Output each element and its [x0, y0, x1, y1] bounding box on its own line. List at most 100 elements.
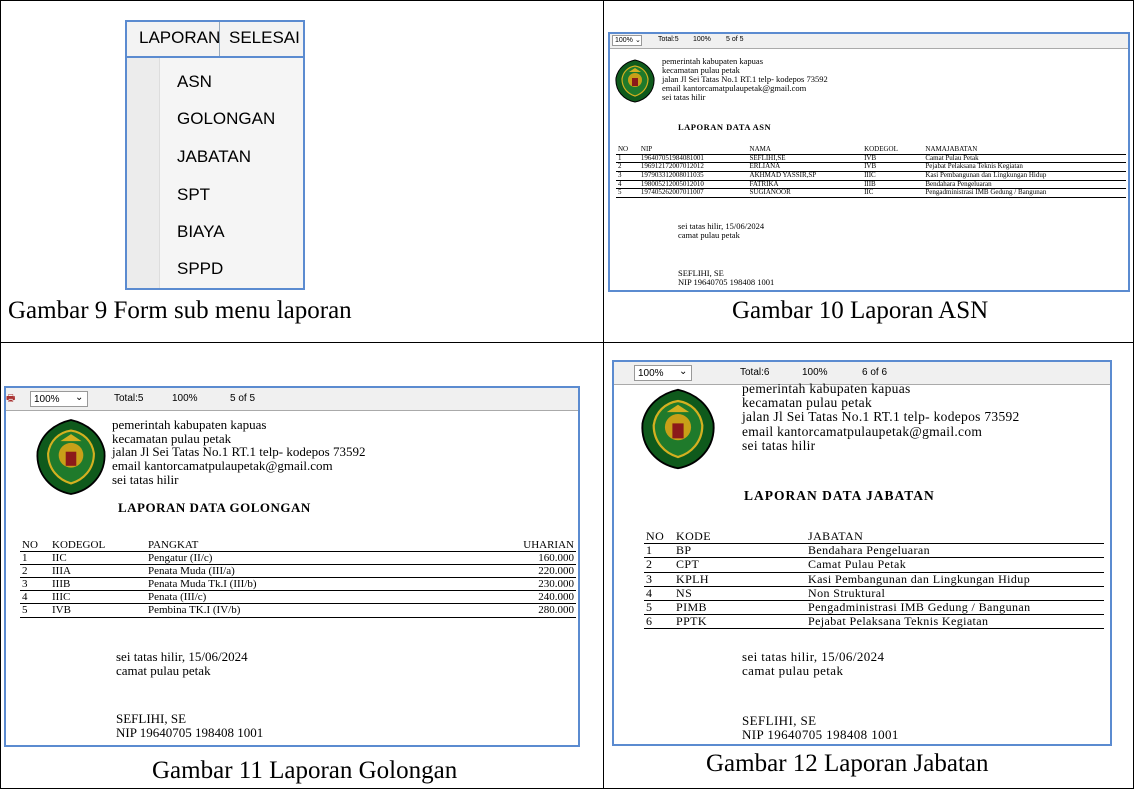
caption-fig11: Gambar 11 Laporan Golongan [152, 757, 458, 784]
table-row: 6 PPTK Pejabat Pelaksana Teknis Kegiatan [644, 614, 1104, 630]
header-line5: sei tatas hilir [662, 91, 706, 102]
table-row: 5 IVB Pembina TK.I (IV/b) 280.000 [20, 603, 576, 618]
signer-position: camat pulau petak [678, 230, 740, 241]
table-header-row: NO KODEGOL PANGKAT UHARIAN [20, 539, 576, 553]
col-no: NO [644, 530, 674, 545]
table-row: 2 CPT Camat Pulau Petak [644, 558, 1104, 573]
submenu-item-golongan[interactable]: GOLONGAN [177, 109, 275, 129]
chevron-down-icon: ⌄ [635, 37, 641, 44]
header-line5: sei tatas hilir [742, 437, 816, 453]
cell: 2 [20, 564, 50, 579]
chevron-down-icon: ⌄ [75, 392, 84, 403]
cell: 6 [644, 614, 674, 630]
report-title: LAPORAN DATA JABATAN [744, 488, 935, 503]
golongan-table: NO KODEGOL PANGKAT UHARIAN 1 IIC Pengatur … [20, 539, 576, 618]
table-row: 5 PIMB Pengadministrasi IMB Gedung / Bangu… [644, 600, 1104, 616]
menu-divider [219, 22, 220, 56]
report-golongan: 🖶 100% ⌄ Total:5 100% 5 of 5 pemerintah … [4, 386, 580, 747]
zoom-percent: 100% [172, 393, 198, 404]
chevron-down-icon: ⌄ [679, 366, 688, 377]
report-jabatan: 100% ⌄ Total:6 100% 6 of 6 pemerintah ka… [612, 360, 1112, 746]
zoom-select[interactable]: 100% ⌄ [30, 391, 88, 407]
zoom-value: 100% [615, 37, 633, 44]
menu-laporan[interactable]: LAPORAN [139, 28, 220, 48]
signer-block: SEFLIHI, SE NIP 19640705 198408 1001 [116, 711, 264, 741]
cell: CPT [674, 558, 806, 573]
signature-block: sei tatas hilir, 15/06/2024 camat pulau … [116, 649, 248, 679]
header-line4: email kantorcamatpulaupetak@gmail.com [742, 423, 983, 439]
zoom-value: 100% [638, 368, 664, 379]
total-count: Total:5 [658, 36, 679, 43]
cell: KPLH [674, 572, 806, 587]
place-date: sei tatas hilir, 15/06/2024 [116, 649, 248, 664]
cell: Bendahara Pengeluaran [806, 543, 1104, 559]
page-indicator: 5 of 5 [726, 36, 744, 43]
submenu-item-biaya[interactable]: BIAYA [177, 222, 225, 242]
cell: 197405262007011007 [638, 189, 748, 199]
submenu-item-jabatan[interactable]: JABATAN [177, 147, 251, 167]
jabatan-table: NO KODE JABATAN 1 BP Bendahara Pengeluaran… [644, 530, 1104, 630]
laporan-submenu: ASN GOLONGAN JABATAN SPT BIAYA SPPD [125, 58, 305, 290]
page-indicator: 5 of 5 [230, 393, 256, 404]
cell: 240.000 [435, 590, 576, 605]
cell: Penata Muda Tk.I (III/b) [146, 577, 436, 592]
menu-selesai[interactable]: SELESAI [229, 28, 300, 48]
total-count: Total:6 [740, 367, 770, 378]
asn-table: NO NIP NAMA KODEGOL NAMAJABATAN 1 1964070… [616, 145, 1126, 199]
signature-block: sei tatas hilir, 15/06/2024 camat pulau … [742, 649, 885, 679]
caption-fig10: Gambar 10 Laporan ASN [732, 297, 989, 324]
caption-fig9: Gambar 9 Form sub menu laporan [8, 297, 352, 324]
cell: Pengadministrasi IMB Gedung / Bangunan [923, 189, 1126, 199]
signer-position: camat pulau petak [742, 663, 844, 679]
cell: Kasi Pembangunan dan Lingkungan Hidup [806, 572, 1104, 587]
signer-block: SEFLIHI, SE NIP 19640705 198408 1001 [678, 268, 775, 288]
cell: 2 [644, 558, 674, 573]
page-indicator: 6 of 6 [862, 367, 888, 378]
cell: 3 [644, 572, 674, 587]
submenu-item-sppd[interactable]: SPPD [177, 259, 223, 279]
col-jabatan: JABATAN [806, 530, 1104, 545]
zoom-select[interactable]: 100% ⌄ [612, 35, 642, 46]
signer-position: camat pulau petak [116, 663, 211, 679]
cell: 5 [644, 600, 674, 616]
cell: Camat Pulau Petak [806, 558, 1104, 573]
report-asn: 100% ⌄ Total:5 100% 5 of 5 pemerintah ka… [608, 32, 1130, 292]
header-line1: pemerintah kabupaten kapuas [742, 381, 911, 396]
cell: 3 [20, 577, 50, 592]
cell: NS [674, 586, 806, 601]
signer-nip: NIP 19640705 198408 1001 [742, 727, 899, 743]
agency-header: pemerintah kabupaten kapuas kecamatan pu… [742, 381, 1020, 453]
place-date: sei tatas hilir, 15/06/2024 [742, 649, 885, 664]
col-kodegol: KODEGOL [862, 145, 924, 155]
table-row: 4 IIIC Penata (III/c) 240.000 [20, 590, 576, 605]
table-row: 2 IIIA Penata Muda (III/a) 220.000 [20, 564, 576, 579]
report-toolbar: 100% ⌄ Total:5 100% 5 of 5 [610, 34, 1128, 49]
cell: 1 [20, 551, 50, 566]
cell: Pengatur (II/c) [146, 551, 436, 566]
signer-nip: NIP 19640705 198408 1001 [678, 277, 775, 288]
cell: 160.000 [435, 551, 576, 566]
table-row: 1 BP Bendahara Pengeluaran [644, 543, 1104, 559]
cell: 197903312008011035 [638, 171, 748, 181]
signer-block: SEFLIHI, SE NIP 19640705 198408 1001 [742, 713, 899, 743]
col-no: NO [20, 539, 50, 553]
cell: 1 [644, 543, 674, 559]
table-row: 3 KPLH Kasi Pembangunan dan Lingkungan Hid… [644, 572, 1104, 587]
cell: BP [674, 543, 806, 559]
table-row: 3 IIIB Penata Muda Tk.I (III/b) 230.000 [20, 577, 576, 592]
col-nip: NIP [638, 145, 748, 155]
cell: IIIA [50, 564, 146, 579]
header-line2: kecamatan pulau petak [742, 395, 872, 411]
header-line3: jalan Jl Sei Tatas No.1 RT.1 telp- kodep… [742, 409, 1020, 425]
print-icon[interactable]: 🖶 [6, 391, 15, 408]
signature-block: sei tatas hilir, 15/06/2024 camat pulau … [678, 221, 764, 241]
signer-nip: NIP 19640705 198408 1001 [116, 725, 264, 741]
submenu-gutter [127, 58, 160, 288]
cell: 3 [616, 171, 639, 181]
agency-header: pemerintah kabupaten kapuas kecamatan pu… [112, 418, 365, 486]
cell: Pembina TK.I (IV/b) [146, 603, 436, 618]
emblem-logo [638, 386, 718, 472]
submenu-item-asn[interactable]: ASN [177, 72, 212, 92]
submenu-item-spt[interactable]: SPT [177, 185, 210, 205]
zoom-select[interactable]: 100% ⌄ [634, 365, 692, 381]
